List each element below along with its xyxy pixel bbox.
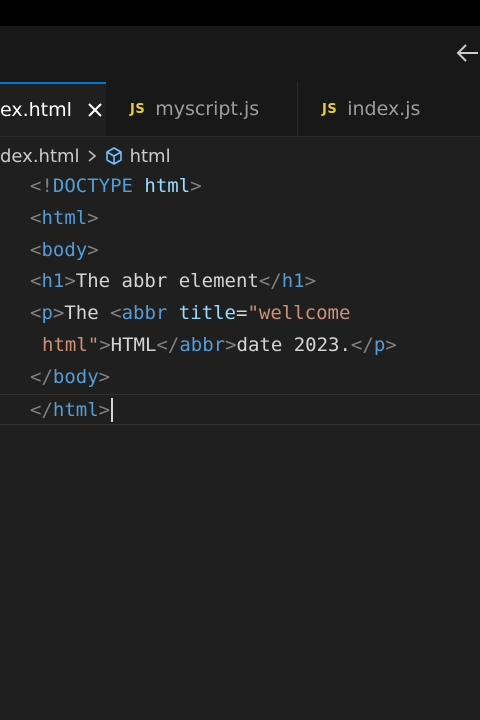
code-line: <p>The <abbr title="wellcome (30, 302, 351, 325)
close-icon[interactable] (86, 101, 104, 119)
text-cursor (111, 398, 114, 423)
code-line: html">HTML</abbr>date 2023.</p> (42, 333, 397, 356)
tab-myscript-js[interactable]: JS myscript.js (106, 82, 298, 136)
code-line-current: </html> (0, 393, 480, 426)
tab-label: myscript.js (155, 98, 260, 120)
js-file-icon: JS (130, 101, 146, 117)
tab-bar: ex.html JS myscript.js JS index.js (0, 82, 480, 137)
tab-index-html[interactable]: ex.html (0, 82, 106, 136)
back-arrow-icon[interactable] (454, 38, 480, 68)
cube-icon (105, 147, 122, 165)
top-black-bar (0, 0, 480, 26)
breadcrumb-file[interactable]: dex.html (0, 146, 80, 167)
title-bar (0, 26, 480, 82)
code-line: <h1>The abbr element</h1> (30, 270, 317, 293)
code-editor[interactable]: <!DOCTYPE html> <html> <body> <h1>The ab… (0, 171, 480, 426)
code-line: <!DOCTYPE html> (30, 175, 202, 197)
code-line: <body> (30, 238, 99, 261)
code-line: </body> (30, 365, 111, 388)
breadcrumb-item[interactable]: html (130, 146, 171, 167)
tab-label: ex.html (0, 99, 72, 121)
js-file-icon: JS (322, 101, 338, 117)
code-line: <html> (30, 206, 99, 229)
tab-index-js[interactable]: JS index.js (298, 82, 480, 136)
chevron-right-icon (88, 150, 96, 162)
breadcrumb: dex.html html (0, 142, 171, 170)
tab-label: index.js (347, 98, 421, 120)
